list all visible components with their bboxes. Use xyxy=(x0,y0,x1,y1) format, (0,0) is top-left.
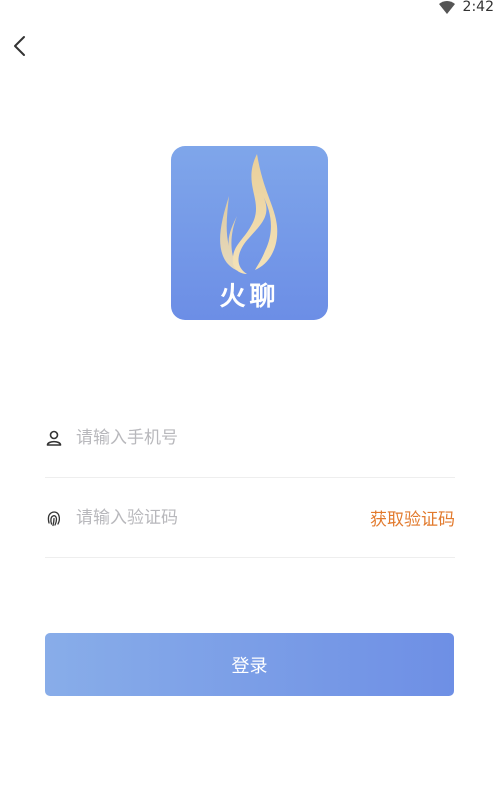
app-logo: 火聊 xyxy=(171,146,328,320)
status-time: 2:42 xyxy=(462,0,494,15)
login-button[interactable]: 登录 xyxy=(45,633,454,696)
phone-input[interactable] xyxy=(76,424,336,452)
wifi-icon xyxy=(438,0,455,14)
phone-field-row xyxy=(45,398,455,478)
status-right: 2:42 xyxy=(438,0,494,15)
code-field-row: 获取验证码 xyxy=(45,478,455,558)
logo-text: 火聊 xyxy=(219,282,280,312)
code-input[interactable] xyxy=(76,504,336,532)
back-button[interactable] xyxy=(6,32,32,60)
fingerprint-icon xyxy=(45,508,63,528)
get-code-button[interactable]: 获取验证码 xyxy=(370,505,455,530)
status-bar: 2:42 xyxy=(0,0,500,22)
chevron-left-icon xyxy=(14,36,25,56)
user-icon xyxy=(45,428,63,448)
